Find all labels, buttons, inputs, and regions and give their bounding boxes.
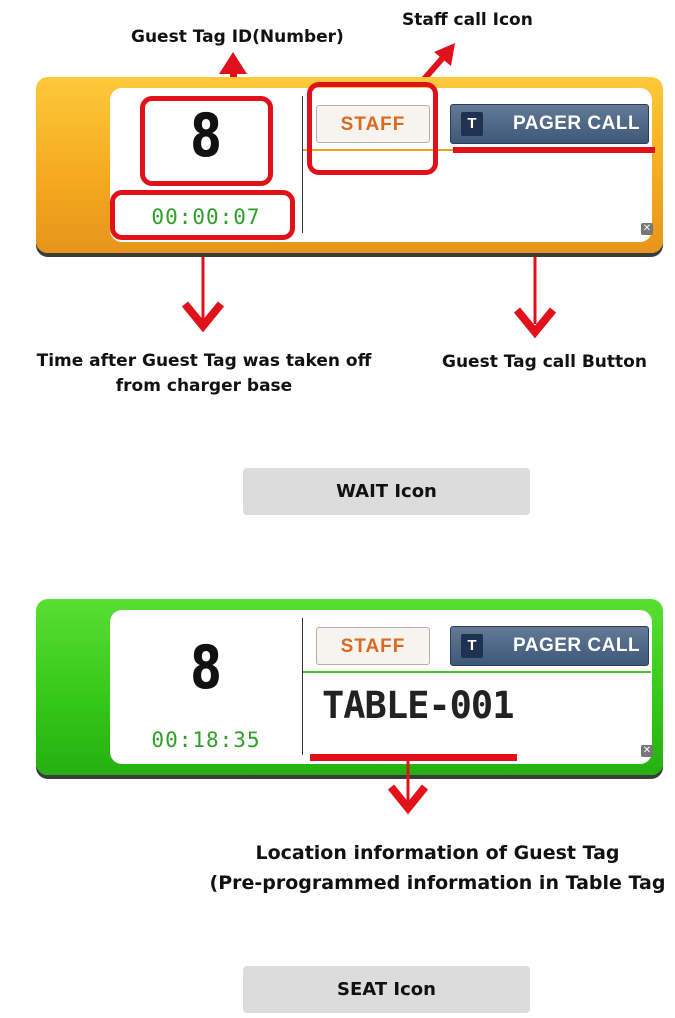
- pager-call-label: PAGER CALL: [513, 635, 641, 656]
- card-inner-panel: 8 00:18:35 STAFF T PAGER CALL TABLE-001 …: [110, 610, 653, 764]
- guest-tag-timer: 00:18:35: [151, 728, 261, 752]
- vertical-divider: [302, 618, 303, 755]
- horizontal-divider: [303, 671, 651, 673]
- pager-call-label: PAGER CALL: [513, 113, 641, 134]
- guest-tag-location: TABLE-001: [322, 684, 514, 727]
- annotation-location: Location information of Guest Tag (Pre-p…: [200, 838, 675, 898]
- highlight-tag-id: [140, 96, 273, 186]
- staff-call-button[interactable]: STAFF: [316, 627, 430, 665]
- annotation-guest-tag-call-button: Guest Tag call Button: [442, 352, 647, 372]
- pager-call-button[interactable]: T PAGER CALL: [450, 626, 649, 666]
- pager-t-icon: T: [461, 112, 483, 136]
- underline-pager-call: [453, 147, 655, 153]
- arrow-up-tag-id-head: [219, 52, 247, 74]
- annotation-time-after-line1: Time after Guest Tag was taken off: [36, 351, 372, 371]
- seat-icon-label: SEAT Icon: [243, 966, 530, 1013]
- annotation-location-line1: Location information of Guest Tag: [255, 842, 620, 864]
- highlight-staff-call: [307, 82, 438, 175]
- highlight-timer: [110, 190, 295, 240]
- seat-guest-tag-card[interactable]: 8 00:18:35 STAFF T PAGER CALL TABLE-001 …: [36, 599, 663, 775]
- annotation-time-after: Time after Guest Tag was taken off from …: [8, 349, 400, 399]
- annotation-location-line2: (Pre-programmed information in Table Tag: [209, 872, 666, 894]
- pager-t-icon: T: [461, 634, 483, 658]
- wait-icon-label: WAIT Icon: [243, 468, 530, 515]
- pager-call-button[interactable]: T PAGER CALL: [450, 104, 649, 144]
- guest-tag-number: 8: [190, 633, 222, 703]
- vertical-divider: [302, 96, 303, 233]
- annotation-time-after-line2: from charger base: [115, 376, 293, 396]
- close-icon[interactable]: ✕: [641, 223, 653, 235]
